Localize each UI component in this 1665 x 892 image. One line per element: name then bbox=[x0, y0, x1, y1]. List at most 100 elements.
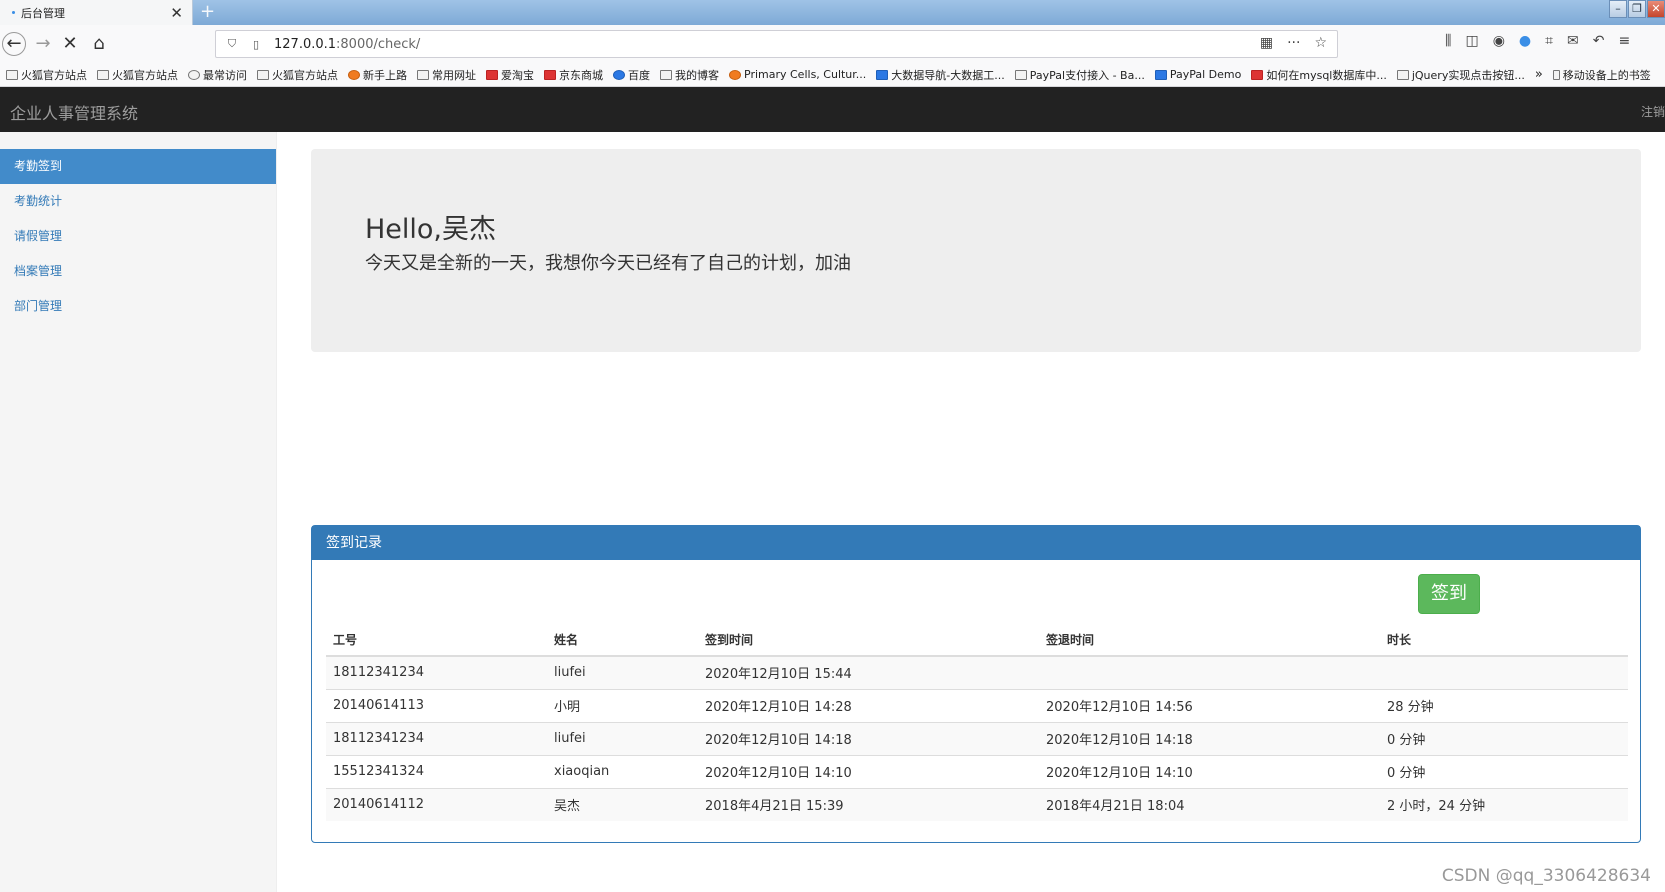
logout-link[interactable]: 注销 bbox=[1641, 103, 1665, 120]
table-cell bbox=[1380, 655, 1628, 689]
site-icon bbox=[876, 69, 889, 80]
bookmark-item[interactable]: 火狐官方站点 bbox=[97, 67, 178, 83]
table-cell: 28 分钟 bbox=[1380, 688, 1628, 722]
sidebar-item-archives[interactable]: 档案管理 bbox=[0, 254, 276, 289]
tab-loading-icon bbox=[12, 11, 15, 14]
table-cell: 2020年12月10日 14:56 bbox=[1039, 688, 1380, 722]
bookmark-item[interactable]: 百度 bbox=[613, 67, 650, 83]
bookmark-item[interactable]: Primary Cells, Cultur... bbox=[729, 68, 866, 81]
chat-icon[interactable]: ✉ bbox=[1567, 33, 1579, 49]
table-row: 20140614113 小明 2020年12月10日 14:28 2020年12… bbox=[326, 688, 1628, 722]
qr-code-icon[interactable]: ▦ bbox=[1260, 35, 1273, 51]
column-header: 签到时间 bbox=[698, 624, 1039, 657]
app-brand[interactable]: 企业人事管理系统 bbox=[10, 100, 138, 124]
page-info-icon[interactable]: ▯ bbox=[248, 38, 264, 51]
app-topbar: 企业人事管理系统 注销 bbox=[0, 87, 1665, 132]
browser-tab[interactable]: 后台管理 ✕ bbox=[0, 0, 193, 25]
undo-icon[interactable]: ↶ bbox=[1593, 33, 1605, 49]
sync-icon[interactable]: ● bbox=[1519, 33, 1531, 49]
url-host: 127.0.0.1 bbox=[274, 36, 337, 52]
bookmark-item[interactable]: 火狐官方站点 bbox=[257, 67, 338, 83]
table-cell: 2020年12月10日 14:18 bbox=[698, 721, 1039, 755]
welcome-title: Hello,吴杰 bbox=[365, 214, 497, 245]
folder-icon bbox=[417, 69, 429, 80]
page-icon bbox=[660, 69, 672, 80]
library-icon[interactable]: ⫼ bbox=[1445, 33, 1451, 49]
url-bar[interactable]: ⛉ ▯ 127.0.0.1:8000/check/ ▦ ··· ☆ bbox=[215, 30, 1338, 58]
bookmark-item[interactable]: PayPal Demo bbox=[1154, 68, 1241, 81]
bookmark-item[interactable]: 如何在mysql数据库中... bbox=[1251, 67, 1387, 83]
checkin-button[interactable]: 签到 bbox=[1418, 574, 1480, 614]
welcome-message: 今天又是全新的一天，我想你今天已经有了自己的计划，加油 bbox=[365, 253, 851, 274]
menu-icon[interactable]: ≡ bbox=[1618, 33, 1630, 49]
table-cell: 18112341234 bbox=[326, 655, 547, 689]
home-icon[interactable]: ⌂ bbox=[86, 31, 112, 57]
screenshot-icon[interactable]: ⌗ bbox=[1545, 33, 1553, 49]
table-cell: 2020年12月10日 14:28 bbox=[698, 688, 1039, 722]
bookmark-item[interactable]: 火狐官方站点 bbox=[6, 67, 87, 83]
column-header: 时长 bbox=[1380, 624, 1628, 657]
table-cell: 2020年12月10日 14:10 bbox=[1039, 754, 1380, 788]
sidebar-item-attendance-checkin[interactable]: 考勤签到 bbox=[0, 149, 276, 184]
table-cell: liufei bbox=[547, 655, 698, 689]
table-cell: 2020年12月10日 14:18 bbox=[1039, 721, 1380, 755]
minimize-icon[interactable]: – bbox=[1609, 0, 1627, 18]
table-row: 20140614112 吴杰 2018年4月21日 15:39 2018年4月2… bbox=[326, 787, 1628, 821]
page-icon bbox=[1014, 69, 1027, 80]
page-actions-icon[interactable]: ··· bbox=[1287, 35, 1300, 51]
stop-icon[interactable]: ✕ bbox=[57, 31, 83, 57]
folder-icon bbox=[6, 69, 18, 80]
sidebar-item-leave[interactable]: 请假管理 bbox=[0, 219, 276, 254]
table-row: 15512341324 xiaoqian 2020年12月10日 14:10 2… bbox=[326, 754, 1628, 788]
table-cell: xiaoqian bbox=[547, 754, 698, 788]
bookmark-item[interactable]: 大数据导航-大数据工... bbox=[876, 67, 1005, 83]
bookmark-item[interactable]: jQuery实现点击按钮... bbox=[1396, 67, 1525, 83]
table-cell: 吴杰 bbox=[547, 787, 698, 821]
mobile-bookmarks[interactable]: 移动设备上的书签 bbox=[1552, 67, 1651, 83]
window-controls: – ❐ ✕ bbox=[1608, 0, 1665, 18]
column-header: 签退时间 bbox=[1039, 624, 1380, 657]
restore-icon[interactable]: ❐ bbox=[1628, 0, 1646, 18]
bookmark-item[interactable]: 京东商城 bbox=[544, 67, 603, 83]
taobao-icon bbox=[486, 69, 498, 80]
back-icon[interactable]: ← bbox=[2, 32, 26, 56]
bookmarks-toolbar: 火狐官方站点 火狐官方站点 最常访问 火狐官方站点 新手上路 常用网址 爱淘宝 … bbox=[0, 63, 1665, 87]
shield-icon[interactable]: ⛉ bbox=[224, 37, 240, 51]
more-bookmarks-icon[interactable]: » bbox=[1535, 67, 1543, 82]
jd-icon bbox=[544, 69, 556, 80]
bookmark-item[interactable]: PayPal支付接入 - Ba... bbox=[1014, 67, 1145, 83]
watermark-text: CSDN @qq_3306428634 bbox=[1441, 866, 1651, 886]
sidebar-toggle-icon[interactable]: ◫ bbox=[1465, 33, 1478, 49]
account-icon[interactable]: ◉ bbox=[1493, 33, 1505, 49]
sidebar-item-departments[interactable]: 部门管理 bbox=[0, 289, 276, 324]
tab-close-icon[interactable]: ✕ bbox=[170, 4, 183, 22]
bookmark-item[interactable]: 新手上路 bbox=[348, 67, 407, 83]
forward-icon[interactable]: → bbox=[30, 31, 56, 57]
browser-tab-bar: 后台管理 ✕ + – ❐ ✕ bbox=[0, 0, 1665, 25]
page-icon bbox=[1396, 69, 1409, 80]
table-cell: liufei bbox=[547, 721, 698, 755]
table-cell: 0 分钟 bbox=[1380, 721, 1628, 755]
bookmark-item[interactable]: 爱淘宝 bbox=[486, 67, 534, 83]
checkin-records-panel: 签到记录 签到 工号 姓名 签到时间 签退时间 时长 18112341234 l… bbox=[311, 525, 1641, 843]
new-tab-icon[interactable]: + bbox=[200, 1, 215, 22]
bookmark-item[interactable]: 我的博客 bbox=[660, 67, 719, 83]
bookmark-item[interactable]: 最常访问 bbox=[188, 67, 247, 83]
window-close-icon[interactable]: ✕ bbox=[1647, 0, 1665, 18]
table-cell: 2018年4月21日 18:04 bbox=[1039, 787, 1380, 821]
sidebar: 考勤签到 考勤统计 请假管理 档案管理 部门管理 bbox=[0, 132, 277, 892]
welcome-jumbotron: Hello,吴杰 今天又是全新的一天，我想你今天已经有了自己的计划，加油 bbox=[311, 149, 1641, 352]
site-icon bbox=[729, 69, 741, 80]
table-cell: 15512341324 bbox=[326, 754, 547, 788]
folder-icon bbox=[257, 69, 269, 80]
bookmark-item[interactable]: 常用网址 bbox=[417, 67, 476, 83]
table-cell: 2020年12月10日 14:10 bbox=[698, 754, 1039, 788]
bookmark-star-icon[interactable]: ☆ bbox=[1314, 35, 1327, 51]
paypal-icon bbox=[1154, 69, 1167, 80]
table-cell: 2018年4月21日 15:39 bbox=[698, 787, 1039, 821]
sidebar-item-attendance-stats[interactable]: 考勤统计 bbox=[0, 184, 276, 219]
column-header: 工号 bbox=[326, 624, 547, 657]
table-cell: 2 小时，24 分钟 bbox=[1380, 787, 1628, 821]
url-text[interactable]: 127.0.0.1:8000/check/ bbox=[274, 37, 420, 52]
url-path: :8000/check/ bbox=[336, 36, 421, 52]
